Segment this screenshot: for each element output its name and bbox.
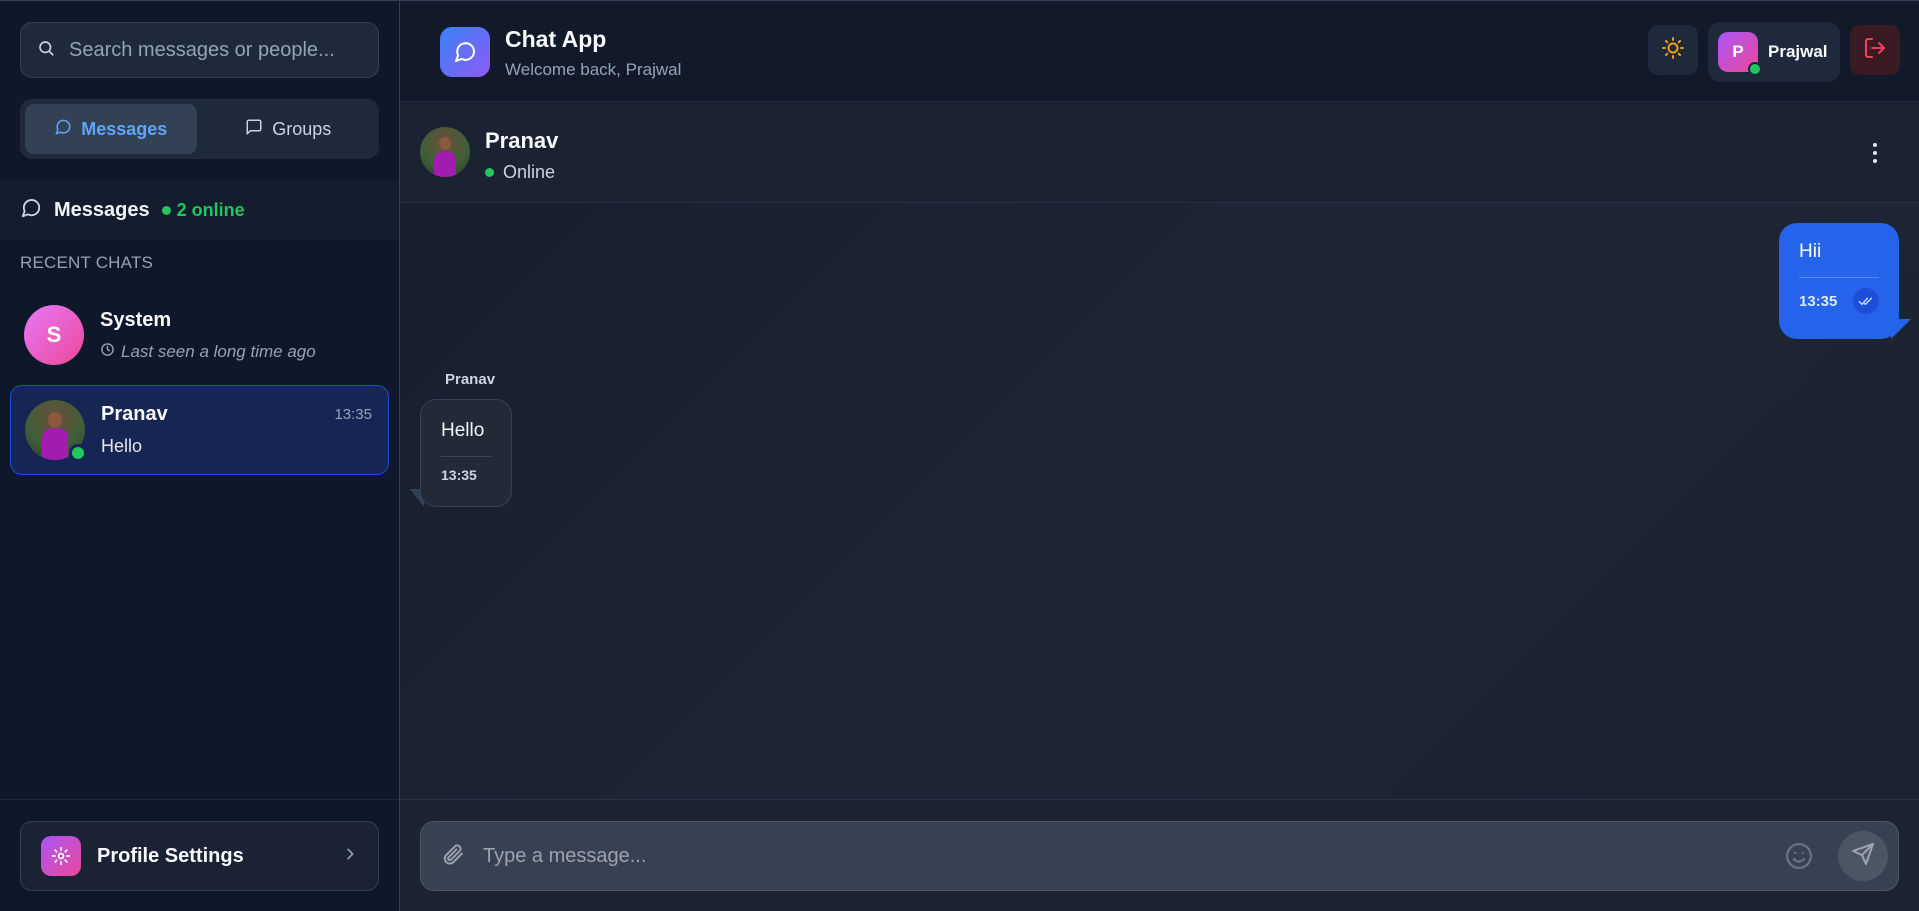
avatar-initial: S: [46, 322, 62, 347]
profile-settings-label: Profile Settings: [97, 844, 244, 867]
message-text: Hello: [441, 420, 485, 441]
chat-info: Pranav 13:35 Hello: [101, 403, 388, 457]
send-icon: [1851, 842, 1875, 871]
avatar-photo-body: [42, 428, 68, 460]
send-button[interactable]: [1838, 831, 1888, 881]
conversation-status: Online: [485, 162, 555, 183]
message-meta: 13:35: [1799, 288, 1879, 314]
chat-name: Pranav: [101, 403, 168, 425]
avatar[interactable]: [420, 127, 470, 177]
avatar-photo-head: [439, 137, 451, 150]
bubble-tail: [1891, 319, 1911, 339]
chat-info: System Last seen a long time ago: [100, 309, 389, 362]
chevron-right-icon: [342, 846, 358, 867]
conversation-status-text: Online: [503, 162, 556, 182]
message-divider: [1799, 277, 1879, 278]
composer: [420, 821, 1899, 891]
message-sender: Pranav: [445, 371, 496, 388]
app-root: Messages Groups Messages 2 online RECENT…: [0, 0, 1919, 911]
tab-groups[interactable]: Groups: [203, 104, 375, 154]
chat-last-seen: Last seen a long time ago: [100, 342, 373, 362]
logout-icon: [1863, 36, 1887, 65]
online-dot: [485, 168, 494, 177]
online-count-badge: 2 online: [161, 199, 245, 221]
chat-item-system[interactable]: S System Last seen a long time ago: [10, 290, 389, 380]
messages-section-header: Messages 2 online: [0, 180, 399, 240]
message-square-icon: [245, 118, 263, 141]
tab-messages-label: Messages: [81, 118, 168, 139]
message-circle-icon: [54, 118, 72, 141]
chat-last-seen-text: Last seen a long time ago: [121, 341, 316, 361]
online-count-text: 2 online: [176, 199, 245, 220]
sun-icon: [1661, 36, 1685, 65]
view-switcher: Messages Groups: [20, 99, 379, 159]
avatar-photo-head: [48, 412, 62, 428]
composer-bar: [400, 799, 1919, 911]
chat-last-message: Hello: [101, 436, 143, 456]
search-box[interactable]: [20, 22, 379, 78]
online-dot: [161, 205, 171, 215]
user-name: Prajwal: [1768, 42, 1828, 61]
tab-messages[interactable]: Messages: [25, 104, 197, 154]
conversation-header: Pranav Online: [400, 102, 1919, 203]
logout-button[interactable]: [1850, 25, 1900, 75]
online-status-dot: [1748, 62, 1762, 76]
avatar-photo-body: [434, 151, 456, 177]
online-status-dot: [69, 444, 87, 462]
smile-icon[interactable]: [1782, 839, 1816, 873]
message-time: 13:35: [441, 467, 477, 483]
chat-item-pranav[interactable]: Pranav 13:35 Hello: [10, 385, 389, 475]
recent-chats-label: RECENT CHATS: [20, 253, 154, 272]
message-input[interactable]: [483, 844, 1782, 868]
chat-row: System: [100, 309, 373, 332]
double-check-icon: [1853, 288, 1879, 314]
top-bar: Chat App Welcome back, Prajwal P Prajwal: [400, 1, 1919, 102]
search-icon: [37, 39, 55, 62]
conversation-name: Pranav: [485, 128, 559, 153]
theme-toggle-button[interactable]: [1648, 25, 1698, 75]
clock-icon: [100, 342, 115, 362]
avatar: P: [1718, 32, 1762, 76]
message-divider: [441, 456, 491, 457]
app-title: Chat App: [505, 26, 607, 52]
chat-time: 13:35: [334, 406, 372, 423]
message-text: Hii: [1799, 241, 1822, 262]
search-input[interactable]: [69, 38, 349, 62]
sidebar: Messages Groups Messages 2 online RECENT…: [0, 1, 400, 911]
more-vertical-icon[interactable]: [1863, 140, 1887, 166]
avatar: S: [24, 305, 84, 365]
gear-icon: [41, 836, 81, 876]
user-menu-button[interactable]: P Prajwal: [1708, 22, 1840, 82]
avatar-initial: P: [1732, 42, 1744, 61]
chat-name: System: [100, 308, 172, 331]
message-circle-icon: [20, 197, 42, 224]
profile-bar: Profile Settings: [0, 799, 399, 911]
message-bubble-incoming: Hello 13:35: [420, 399, 512, 507]
profile-settings-button[interactable]: Profile Settings: [20, 821, 379, 891]
message-bubble-outgoing: Hii 13:35: [1779, 223, 1899, 339]
chat-row: Pranav 13:35: [101, 403, 372, 426]
welcome-text: Welcome back, Prajwal: [505, 60, 682, 79]
tab-groups-label: Groups: [272, 118, 332, 139]
message-time: 13:35: [1799, 292, 1838, 310]
app-logo-icon: [440, 27, 490, 77]
main-panel: Chat App Welcome back, Prajwal P Prajwal: [400, 1, 1919, 911]
paperclip-icon[interactable]: [441, 842, 465, 871]
messages-section-title: Messages: [54, 198, 150, 221]
